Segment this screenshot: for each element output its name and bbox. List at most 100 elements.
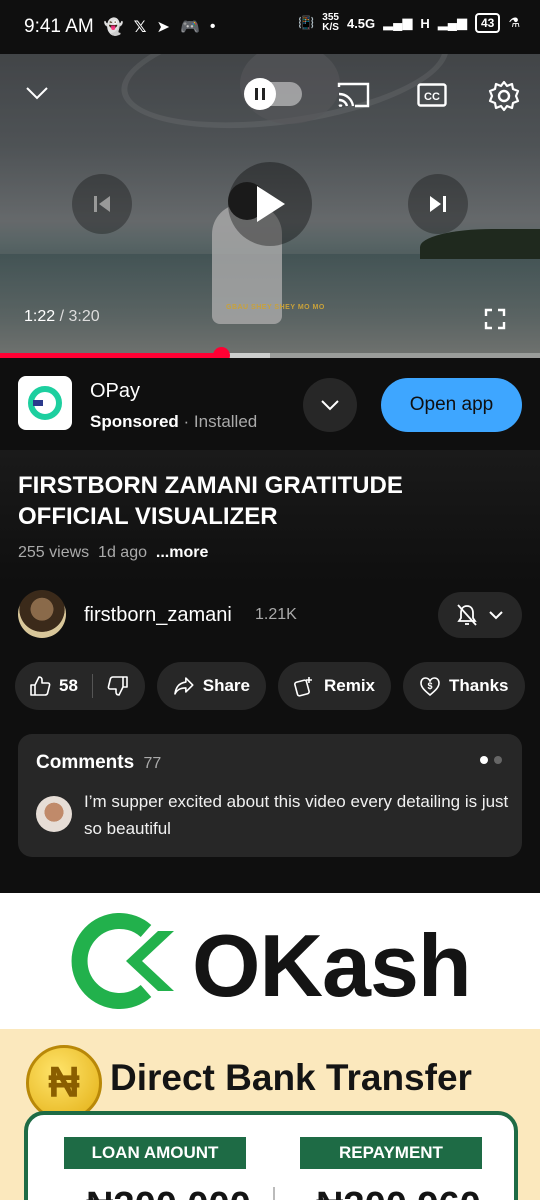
ad-row: OPay Sponsored · Installed Open app [0,358,540,450]
more-notifications-icon: • [209,18,216,35]
remix-icon [294,677,312,697]
remix-label: Remix [323,676,375,695]
fullscreen-icon [484,308,506,330]
snapchat-icon: 👻 [103,19,124,36]
repayment-amount: ₦300,960 [316,1185,481,1200]
skip-previous-icon [94,196,110,212]
signal-icon-2: ▂▄▆ [437,15,467,30]
total-time: 3:20 [68,308,100,325]
more-link[interactable]: ...more [156,544,208,561]
naira-coin-icon: ₦ [26,1045,102,1121]
open-app-button[interactable]: Open app [381,378,522,432]
remix-button[interactable]: Remix [278,662,391,710]
cast-button[interactable] [334,78,372,112]
share-label: Share [202,676,250,695]
comments-header: Comments 77 [36,752,161,774]
svg-text:CC: CC [424,91,440,103]
autoplay-toggle[interactable] [244,78,302,110]
top-comment: I’m supper excited about this video ever… [84,792,509,838]
video-meta[interactable]: 255 views 1d ago ...more [18,544,208,562]
network-type: 4.5G [346,15,376,31]
video-info: FIRSTBORN ZAMANI GRATITUDE OFFICIAL VISU… [0,450,540,893]
bell-off-icon [457,604,477,626]
action-bar: 58 Share Remix $ Thanks [15,662,525,710]
okash-brand: OKash [192,916,472,1015]
banner-headline: Direct Bank Transfer [110,1057,472,1098]
battery-indicator: 43 [474,13,501,33]
upload-age: 1d ago [98,544,147,561]
opay-logo[interactable] [18,376,72,430]
notification-icons: 👻 𝕏 ➤ 🎮 • [104,17,216,37]
pause-icon [244,78,276,110]
channel-name[interactable]: firstborn_zamani [84,604,232,627]
vibrate-icon: 📳 [298,15,315,30]
comments-count: 77 [143,755,162,772]
card-divider [273,1187,275,1200]
thumbs-up-icon[interactable] [29,675,51,697]
ad-expand-button[interactable] [303,378,357,432]
net-speed: 355 K/S [322,12,339,33]
share-button[interactable]: Share [157,662,266,710]
status-time: 9:41 AM [24,16,94,37]
ad-meta: Sponsored · Installed [90,412,257,432]
x-icon: 𝕏 [133,19,147,36]
repayment-label: REPAYMENT [300,1137,482,1169]
cast-icon [337,82,370,108]
status-bar: 9:41 AM 👻 𝕏 ➤ 🎮 • 📳 355 K/S 4.5G ▂▄▆ H ▂… [0,0,540,54]
chevron-down-icon [321,400,339,411]
channel-row: firstborn_zamani 1.21K [0,590,540,644]
current-time: 1:22 [24,308,56,325]
flask-icon: ⚗ [508,15,520,30]
collapse-button[interactable] [22,78,52,108]
comments-title: Comments [36,752,135,773]
commenter-avatar [36,796,72,832]
signal-icon: ▂▄▆ [383,15,413,30]
view-count: 255 views [18,544,90,561]
carousel-dots [480,756,502,764]
telegram-icon: ➤ [156,19,170,36]
gear-icon [488,80,520,112]
burned-in-caption: GBAU SHEY SHEY MO MO [226,304,325,311]
loan-amount: ₦300,000 [86,1185,251,1200]
play-icon [257,186,285,222]
ad-name[interactable]: OPay [90,380,140,403]
playback-time: 1:22 / 3:20 [24,308,100,325]
thanks-label: Thanks [449,676,509,695]
comments-card[interactable]: Comments 77 I’m supper excited about thi… [18,734,522,857]
svg-text:$: $ [427,681,432,691]
settings-button[interactable] [484,76,524,116]
chevron-down-icon [26,87,48,100]
skip-next-icon [430,196,446,212]
game-icon: 🎮 [179,19,200,36]
okash-ad-banner[interactable]: OKash ₦ Direct Bank Transfer LOAN AMOUNT… [0,893,540,1200]
captions-button[interactable]: CC [414,78,450,112]
previous-button[interactable] [72,174,132,234]
share-icon [174,677,194,695]
banner-offer: ₦ Direct Bank Transfer LOAN AMOUNT REPAY… [0,1029,540,1200]
status-right: 📳 355 K/S 4.5G ▂▄▆ H ▂▄▆ 43 ⚗ [298,13,520,33]
network-h: H [420,15,430,31]
cc-icon: CC [417,83,447,107]
loan-amount-label: LOAN AMOUNT [64,1137,246,1169]
fullscreen-button[interactable] [480,304,510,334]
sponsored-label: Sponsored [90,412,179,431]
like-count[interactable]: 58 [59,676,78,696]
subscriber-count: 1.21K [255,606,297,623]
carousel-dot [494,756,502,764]
notifications-button[interactable] [438,592,522,638]
carousel-dot-active [480,756,488,764]
okash-logo-icon [71,913,174,1009]
install-status: · Installed [183,412,258,431]
thanks-button[interactable]: $ Thanks [403,662,525,710]
heart-dollar-icon: $ [420,677,440,697]
channel-avatar[interactable] [18,590,66,638]
like-dislike-group: 58 [15,662,145,710]
loan-card: LOAN AMOUNT REPAYMENT ₦300,000 ₦300,960 [24,1111,518,1200]
thumbs-down-icon[interactable] [107,675,129,697]
play-button[interactable] [228,162,312,246]
chevron-down-icon [489,611,503,620]
like-divider [91,674,93,698]
next-button[interactable] [408,174,468,234]
video-player[interactable]: GBAU SHEY SHEY MO MO CC 1:22 / 3:20 [0,54,540,358]
video-title[interactable]: FIRSTBORN ZAMANI GRATITUDE OFFICIAL VISU… [18,470,518,532]
